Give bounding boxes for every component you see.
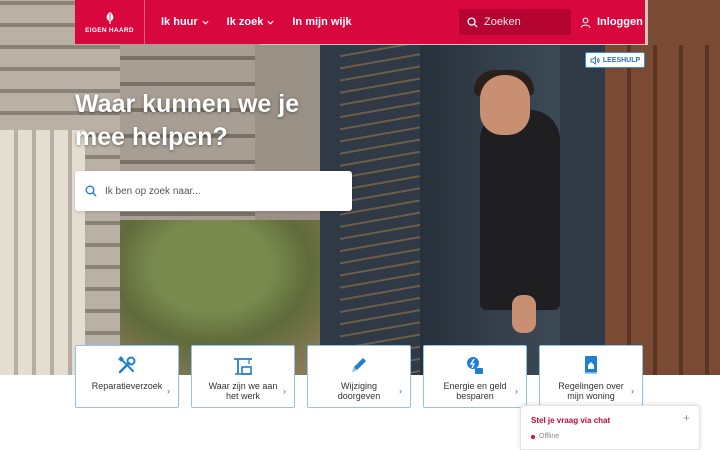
nav-item-label: In mijn wijk bbox=[292, 16, 352, 28]
chevron-right-icon: › bbox=[515, 386, 518, 396]
expand-icon[interactable]: + bbox=[683, 411, 690, 425]
nav-item-label: Ik zoek bbox=[226, 16, 264, 28]
tile-label: Reparatieverzoek bbox=[91, 381, 163, 391]
leeshulp-button[interactable]: LEESHULP bbox=[585, 52, 645, 68]
top-navigation-bar: EIGEN HAARD Ik huur Ik zoek In mijn wijk… bbox=[75, 0, 645, 44]
tile-label: Regelingen over mijn woning bbox=[558, 381, 624, 401]
hero-search-input[interactable] bbox=[105, 185, 335, 197]
chevron-right-icon: › bbox=[631, 386, 634, 396]
login-button[interactable]: Inloggen bbox=[580, 0, 643, 44]
tile-label: Wijziging doorgeven bbox=[337, 381, 381, 401]
logo-text: EIGEN HAARD bbox=[85, 26, 134, 34]
speaker-icon bbox=[590, 55, 600, 65]
login-label: Inloggen bbox=[597, 16, 643, 28]
tile-wijziging-doorgeven[interactable]: Wijziging doorgeven › bbox=[307, 345, 411, 408]
user-icon bbox=[580, 17, 591, 28]
house-document-icon bbox=[585, 356, 597, 374]
chat-status: Offline bbox=[531, 433, 559, 440]
tile-energie-en-geld-besparen[interactable]: Energie en geld besparen › bbox=[423, 345, 527, 408]
chevron-right-icon: › bbox=[283, 386, 286, 396]
chat-widget[interactable]: Stel je vraag via chat + Offline bbox=[520, 405, 700, 450]
hero-title: Waar kunnen we je mee helpen? bbox=[75, 90, 300, 151]
pencil-icon bbox=[352, 358, 366, 372]
search-icon bbox=[467, 16, 478, 28]
main-nav: Ik huur Ik zoek In mijn wijk bbox=[161, 16, 352, 28]
chat-title: Stel je vraag via chat bbox=[531, 416, 611, 425]
header-search[interactable] bbox=[459, 9, 571, 35]
hero-search[interactable] bbox=[75, 171, 352, 211]
status-dot bbox=[531, 434, 535, 439]
chevron-right-icon: › bbox=[167, 386, 170, 396]
leeshulp-label: LEESHULP bbox=[602, 56, 641, 64]
header-search-input[interactable] bbox=[484, 16, 569, 28]
tile-label: Energie en geld besparen bbox=[443, 381, 507, 401]
crane-icon bbox=[234, 358, 252, 375]
quick-links: Reparatieverzoek › Waar zijn we aan het … bbox=[75, 345, 643, 408]
search-icon bbox=[85, 185, 97, 197]
tulip-logo-icon bbox=[106, 11, 113, 24]
energy-money-icon bbox=[467, 357, 483, 374]
tile-label: Waar zijn we aan het werk bbox=[208, 381, 278, 401]
nav-item-ik-huur[interactable]: Ik huur bbox=[161, 16, 209, 28]
nav-item-in-mijn-wijk[interactable]: In mijn wijk bbox=[292, 16, 351, 28]
chevron-down-icon bbox=[267, 20, 274, 25]
tools-icon bbox=[118, 356, 136, 374]
tile-waar-zijn-we-aan-het-werk[interactable]: Waar zijn we aan het werk › bbox=[191, 345, 295, 408]
nav-item-ik-zoek[interactable]: Ik zoek bbox=[227, 16, 275, 28]
tile-regelingen-over-mijn-woning[interactable]: Regelingen over mijn woning › bbox=[539, 345, 643, 408]
tile-reparatieverzoek[interactable]: Reparatieverzoek › bbox=[75, 345, 179, 408]
chevron-down-icon bbox=[202, 20, 209, 25]
nav-item-label: Ik huur bbox=[161, 16, 198, 28]
eigen-haard-logo[interactable]: EIGEN HAARD bbox=[75, 0, 145, 44]
chevron-right-icon: › bbox=[399, 386, 402, 396]
chat-status-label: Offline bbox=[539, 433, 560, 440]
